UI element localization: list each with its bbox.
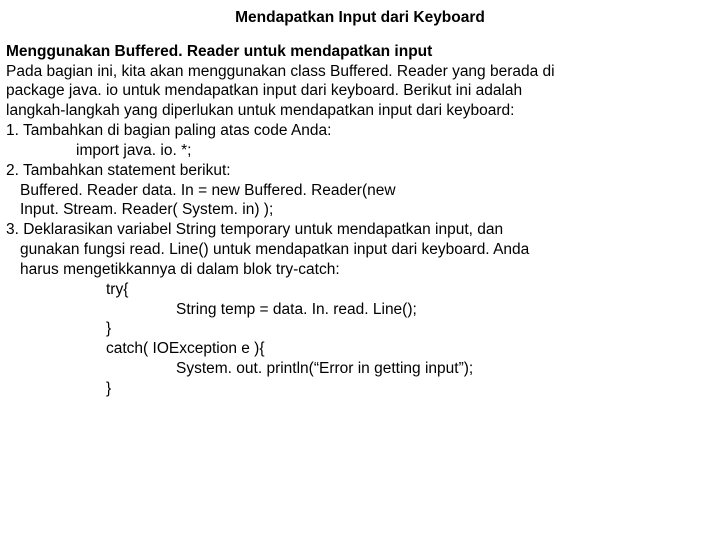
- paragraph-line: package java. io untuk mendapatkan input…: [6, 81, 714, 101]
- step-3-line: 3. Deklarasikan variabel String temporar…: [6, 220, 714, 240]
- step-1: 1. Tambahkan di bagian paling atas code …: [6, 121, 714, 141]
- code-line: catch( IOException e ){: [6, 339, 714, 359]
- code-line: try{: [6, 280, 714, 300]
- page-title: Mendapatkan Input dari Keyboard: [6, 8, 714, 28]
- code-line: Buffered. Reader data. In = new Buffered…: [6, 181, 714, 201]
- code-line: }: [6, 379, 714, 399]
- step-3-line: gunakan fungsi read. Line() untuk mendap…: [6, 240, 714, 260]
- step-2: 2. Tambahkan statement berikut:: [6, 161, 714, 181]
- code-line: import java. io. *;: [6, 141, 714, 161]
- code-line: Input. Stream. Reader( System. in) );: [6, 200, 714, 220]
- section-subtitle: Menggunakan Buffered. Reader untuk menda…: [6, 42, 714, 62]
- code-line: }: [6, 319, 714, 339]
- code-line: System. out. println(“Error in getting i…: [6, 359, 714, 379]
- paragraph-line: langkah-langkah yang diperlukan untuk me…: [6, 101, 714, 121]
- step-3-line: harus mengetikkannya di dalam blok try-c…: [6, 260, 714, 280]
- paragraph-line: Pada bagian ini, kita akan menggunakan c…: [6, 62, 714, 82]
- code-line: String temp = data. In. read. Line();: [6, 300, 714, 320]
